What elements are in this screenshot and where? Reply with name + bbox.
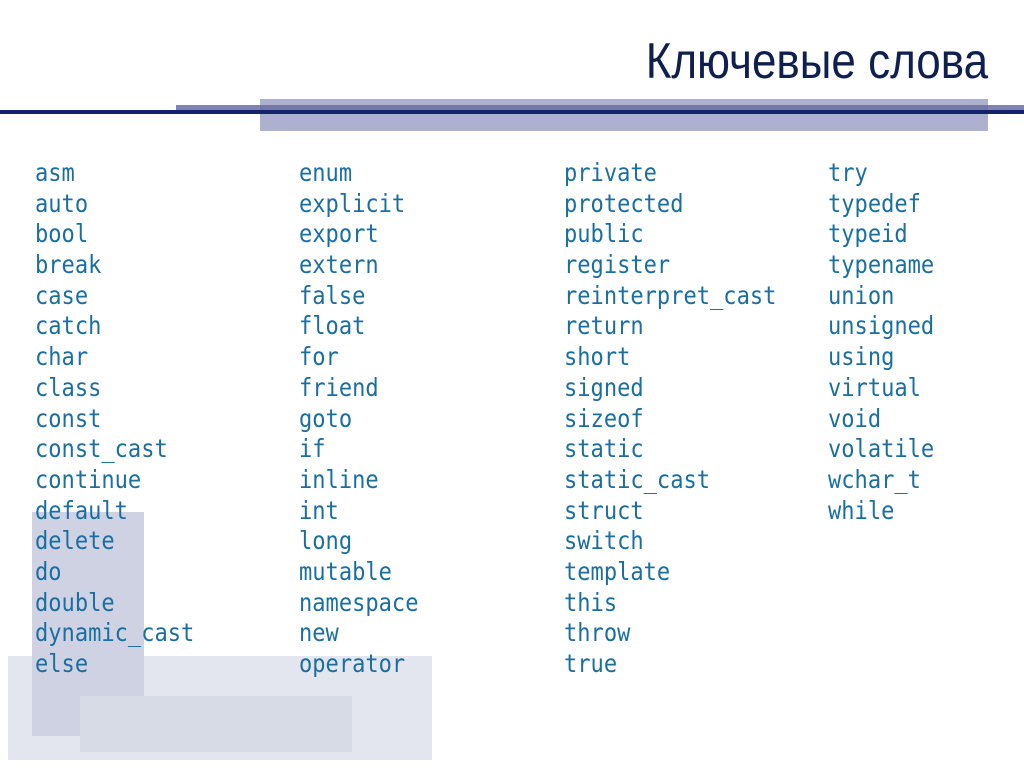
keyword-item: typeid <box>828 219 908 249</box>
keyword-column-2: enum explicit export extern false float for fri… <box>299 158 432 680</box>
keyword-item: operator <box>299 649 406 678</box>
header-band-light <box>260 99 988 131</box>
keyword-item: default <box>35 495 128 525</box>
footer-block-inner <box>80 696 352 752</box>
header-rule-dark <box>0 110 1024 114</box>
keyword-item: inline <box>299 464 379 494</box>
keyword-item: struct <box>564 495 644 525</box>
keyword-item: float <box>299 311 366 341</box>
keyword-item: virtual <box>828 372 921 402</box>
keyword-item: false <box>299 280 366 310</box>
keyword-item: bool <box>35 219 89 249</box>
keyword-item: true <box>564 649 618 678</box>
keyword-item: template <box>564 556 671 586</box>
slide-title: Ключевые слова <box>645 33 988 89</box>
keyword-item: export <box>299 219 379 249</box>
keyword-item: void <box>828 403 882 433</box>
keyword-item: namespace <box>299 587 419 617</box>
keyword-item: goto <box>299 403 353 433</box>
keyword-item: int <box>299 495 339 525</box>
keyword-item: short <box>564 342 631 372</box>
keyword-item: try <box>828 158 868 187</box>
keyword-item: long <box>299 526 353 556</box>
keyword-item: enum <box>299 158 353 187</box>
keyword-item: char <box>35 342 89 372</box>
keyword-item: switch <box>564 526 644 556</box>
keyword-item: while <box>828 495 895 525</box>
keyword-item: auto <box>35 188 89 218</box>
keyword-item: protected <box>564 188 684 218</box>
keyword-item: new <box>299 618 339 648</box>
keyword-item: extern <box>299 250 379 280</box>
keyword-column-4: try typedef typeid typename union unsigned usi… <box>828 158 946 526</box>
keyword-item: const_cast <box>35 434 168 464</box>
keyword-item: return <box>564 311 644 341</box>
keyword-item: this <box>564 587 618 617</box>
keyword-item: asm <box>35 158 75 187</box>
keyword-item: sizeof <box>564 403 644 433</box>
keyword-item: double <box>35 587 115 617</box>
keyword-item: delete <box>35 526 115 556</box>
keyword-item: break <box>35 250 102 280</box>
keyword-item: typedef <box>828 188 921 218</box>
keyword-item: continue <box>35 464 142 494</box>
keyword-item: unsigned <box>828 311 935 341</box>
keyword-item: else <box>35 649 89 678</box>
keyword-item: register <box>564 250 671 280</box>
keyword-item: catch <box>35 311 102 341</box>
keyword-item: reinterpret_cast <box>564 280 777 310</box>
keyword-item: mutable <box>299 556 392 586</box>
keyword-item: explicit <box>299 188 406 218</box>
keyword-item: class <box>35 372 102 402</box>
keyword-item: dynamic_cast <box>35 618 195 648</box>
keyword-item: const <box>35 403 102 433</box>
keyword-item: typename <box>828 250 935 280</box>
keyword-item: wchar_t <box>828 464 921 494</box>
keyword-item: using <box>828 342 895 372</box>
keyword-item: throw <box>564 618 631 648</box>
keyword-item: for <box>299 342 339 372</box>
keyword-item: do <box>35 556 62 586</box>
keyword-item: volatile <box>828 434 935 464</box>
keyword-item: signed <box>564 372 644 402</box>
keyword-column-1: asm auto bool break case catch char class const c… <box>35 158 212 680</box>
keyword-item: private <box>564 158 657 187</box>
keyword-item: static_cast <box>564 464 711 494</box>
keyword-item: case <box>35 280 89 310</box>
keyword-item: public <box>564 219 644 249</box>
keyword-item: static <box>564 434 644 464</box>
keyword-column-3: private protected public register reinterpre… <box>564 158 800 680</box>
keyword-item: union <box>828 280 895 310</box>
keyword-item: if <box>299 434 326 464</box>
keyword-item: friend <box>299 372 379 402</box>
